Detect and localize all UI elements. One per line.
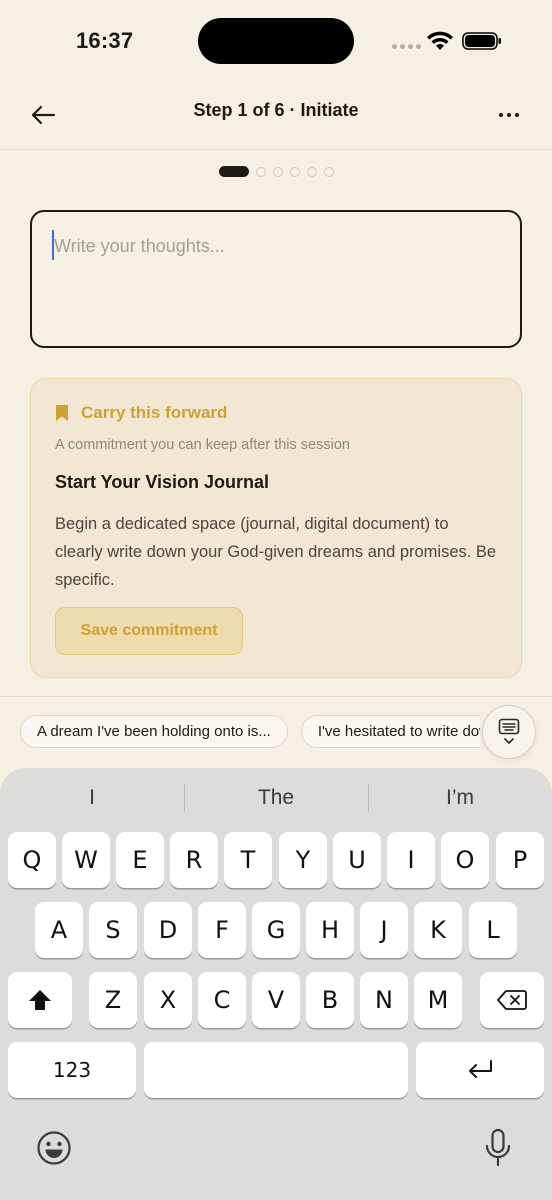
suggestion-item[interactable]: The <box>184 768 368 828</box>
key-b[interactable]: B <box>306 972 354 1028</box>
space-bar[interactable] <box>144 1042 408 1098</box>
thoughts-input[interactable]: Write your thoughts... <box>30 210 522 348</box>
dynamic-island <box>198 18 354 64</box>
key-i[interactable]: I <box>387 832 435 888</box>
key-j[interactable]: J <box>360 902 408 958</box>
commitment-card: Carry this forward A commitment you can … <box>30 378 522 678</box>
key-r[interactable]: R <box>170 832 218 888</box>
key-p[interactable]: P <box>496 832 544 888</box>
progress-dot <box>289 166 300 177</box>
battery-icon <box>462 32 501 50</box>
numbers-key[interactable]: 123 <box>8 1042 136 1098</box>
status-time: 16:37 <box>76 28 134 53</box>
prompt-chip[interactable]: I've hesitated to write down... <box>300 715 480 748</box>
thoughts-input-placeholder: Write your thoughts... <box>54 236 225 256</box>
prompt-chips: A dream I've been holding onto is... I'v… <box>20 715 480 749</box>
suggestion-item[interactable]: I’m <box>368 768 552 828</box>
progress-dot <box>323 166 334 177</box>
card-subtitle: A commitment you can keep after this ses… <box>55 437 350 453</box>
key-l[interactable]: L <box>469 902 517 958</box>
bookmark-icon <box>56 405 68 421</box>
backspace-icon <box>497 990 527 1010</box>
delete-key[interactable] <box>480 972 544 1028</box>
key-k[interactable]: K <box>414 902 462 958</box>
prompt-chip[interactable]: A dream I've been holding onto is... <box>20 715 288 748</box>
status-bar: 16:37 <box>0 0 552 84</box>
progress-dot-active <box>218 166 249 177</box>
key-g[interactable]: G <box>252 902 300 958</box>
key-q[interactable]: Q <box>8 832 56 888</box>
microphone-icon[interactable] <box>484 1128 512 1168</box>
progress-dot <box>306 166 317 177</box>
key-e[interactable]: E <box>116 832 164 888</box>
key-c[interactable]: C <box>198 972 246 1028</box>
top-navigation-bar: Step 1 of 6 · Initiate <box>0 84 552 150</box>
shift-key[interactable] <box>8 972 72 1028</box>
key-s[interactable]: S <box>89 902 137 958</box>
key-h[interactable]: H <box>306 902 354 958</box>
key-w[interactable]: W <box>62 832 110 888</box>
wifi-icon <box>427 31 453 50</box>
more-options-button[interactable] <box>492 98 526 132</box>
key-v[interactable]: V <box>252 972 300 1028</box>
key-f[interactable]: F <box>198 902 246 958</box>
divider <box>0 696 552 697</box>
shift-icon <box>29 990 51 1010</box>
key-y[interactable]: Y <box>279 832 327 888</box>
return-icon <box>469 1060 492 1078</box>
page-title: Step 1 of 6 · Initiate <box>193 100 359 120</box>
progress-dot <box>255 166 266 177</box>
emoji-icon[interactable] <box>36 1130 72 1166</box>
save-commitment-button[interactable]: Save commitment <box>55 607 243 655</box>
system-keyboard: I The I’m Q W E R T Y U I O P A S D F G … <box>0 768 552 1200</box>
return-key[interactable] <box>416 1042 544 1098</box>
more-horizontal-icon <box>499 113 503 117</box>
suggestion-item[interactable]: I <box>0 768 184 828</box>
key-a[interactable]: A <box>35 902 83 958</box>
key-d[interactable]: D <box>144 902 192 958</box>
card-header: Carry this forward <box>55 403 227 423</box>
predictive-text-bar: I The I’m <box>0 768 552 828</box>
key-u[interactable]: U <box>333 832 381 888</box>
progress-dot <box>272 166 283 177</box>
card-title: Start Your Vision Journal <box>55 472 270 492</box>
key-t[interactable]: T <box>224 832 272 888</box>
card-description: Begin a dedicated space (journal, digita… <box>55 515 497 589</box>
keyboard-toggle-button[interactable] <box>482 705 536 759</box>
key-n[interactable]: N <box>360 972 408 1028</box>
key-m[interactable]: M <box>414 972 462 1028</box>
cellular-signal-icon <box>392 44 421 49</box>
key-x[interactable]: X <box>144 972 192 1028</box>
key-o[interactable]: O <box>441 832 489 888</box>
keyboard-hide-icon <box>498 718 520 744</box>
key-z[interactable]: Z <box>89 972 137 1028</box>
step-progress-indicator <box>0 166 552 177</box>
card-label: Carry this forward <box>81 403 228 422</box>
